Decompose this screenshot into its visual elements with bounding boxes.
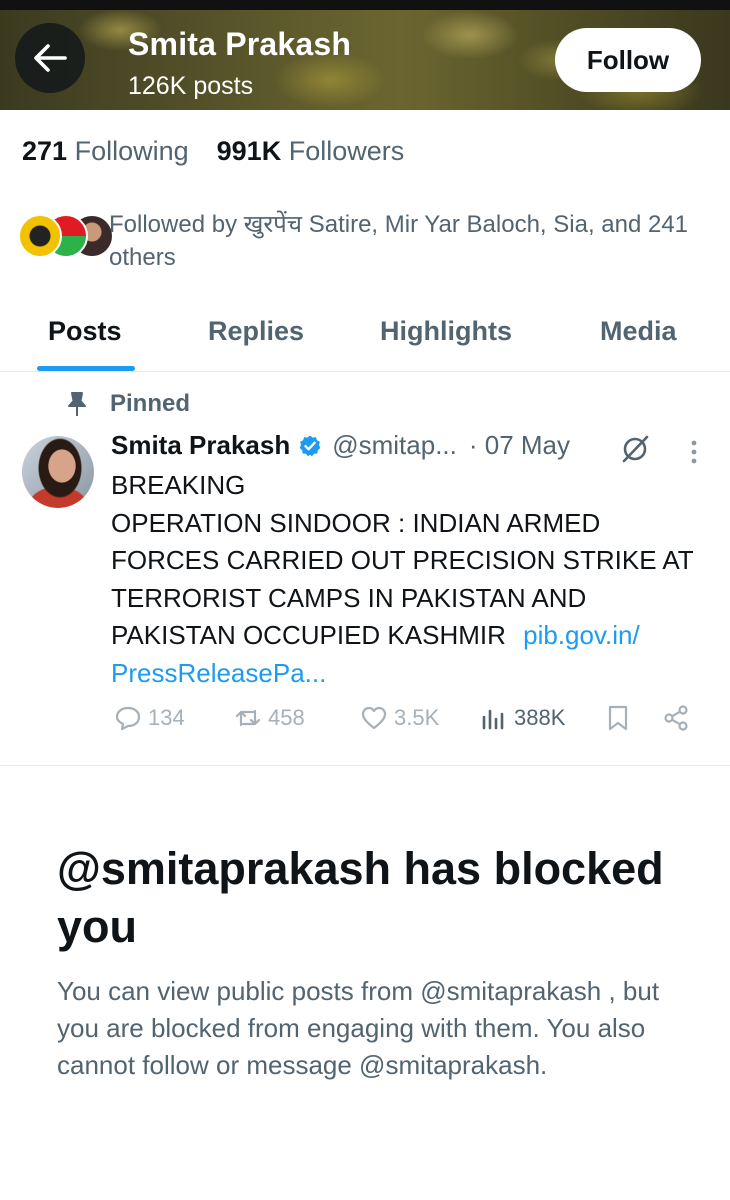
profile-tabs: Posts Replies Highlights Media (0, 300, 730, 372)
views-button[interactable]: 388K (480, 704, 565, 732)
post-link[interactable]: PressReleasePa... (111, 658, 326, 688)
repost-button[interactable]: 458 (234, 704, 305, 732)
blocked-title: @smitaprakash has blocked you (57, 843, 664, 952)
like-count: 3.5K (394, 705, 440, 730)
post-text-line: FORCES CARRIED OUT PRECISION STRIKE AT (111, 545, 694, 575)
profile-stats: 271 Following 991K Followers (22, 136, 404, 167)
grok-icon[interactable] (620, 434, 650, 464)
post-text-line: PAKISTAN OCCUPIED KASHMIR (111, 620, 506, 650)
bookmark-button[interactable] (604, 704, 638, 732)
followed-by-text: Followed by खुरपेंच Satire, Mir Yar Balo… (109, 211, 689, 271)
tab-highlights[interactable]: Highlights (380, 316, 512, 347)
followers-count: 991K (216, 136, 282, 166)
bookmark-icon (608, 705, 628, 731)
status-strip (0, 0, 730, 10)
reply-icon (115, 706, 141, 731)
tab-media[interactable]: Media (600, 316, 677, 347)
repost-count: 458 (268, 705, 305, 730)
pinned-label: Pinned (66, 390, 190, 418)
post-header: Smita Prakash @smitap... · 07 May (111, 430, 570, 461)
views-icon (482, 709, 504, 730)
follow-button[interactable]: Follow (555, 28, 701, 92)
followers-label: Followers (288, 136, 405, 166)
followed-by[interactable]: Followed by खुरपेंच Satire, Mir Yar Balo… (18, 208, 718, 278)
avatar (18, 214, 62, 258)
tab-posts[interactable]: Posts (48, 316, 122, 347)
blocked-description: You can view public posts from @smitapra… (57, 976, 660, 1080)
post-author-name[interactable]: Smita Prakash (111, 430, 290, 461)
posts-count: 126K posts (128, 72, 254, 100)
post-text-line: BREAKING (111, 470, 246, 500)
profile-name: Smita Prakash (128, 26, 352, 62)
reply-button[interactable]: 134 (114, 704, 185, 732)
tab-replies[interactable]: Replies (208, 316, 304, 347)
like-button[interactable]: 3.5K (360, 704, 439, 732)
repost-icon (235, 709, 261, 727)
profile-header: Smita Prakash 126K posts Follow (0, 10, 730, 110)
post-handle[interactable]: @smitap... (332, 430, 457, 461)
followers-link[interactable]: 991K Followers (217, 136, 405, 167)
active-tab-indicator (37, 366, 135, 371)
following-link[interactable]: 271 Following (22, 136, 189, 167)
pinned-text: Pinned (110, 390, 191, 417)
post-actions: 134 458 3.5K 388K (0, 704, 730, 744)
following-label: Following (74, 136, 189, 166)
heart-icon (361, 706, 387, 730)
following-count: 271 (22, 136, 68, 166)
share-icon (664, 705, 688, 731)
verified-badge-icon (299, 435, 321, 456)
post-date[interactable]: · 07 May (469, 430, 570, 461)
views-count: 388K (514, 705, 566, 730)
share-button[interactable] (662, 704, 696, 732)
more-options-icon[interactable] (684, 438, 704, 466)
divider (0, 765, 730, 766)
post-text-line: TERRORIST CAMPS IN PAKISTAN AND (111, 582, 587, 613)
reply-count: 134 (148, 705, 185, 730)
avatar[interactable] (22, 436, 94, 508)
pin-icon (68, 392, 86, 416)
post-text[interactable]: BREAKING OPERATION SINDOOR : INDIAN ARME… (111, 467, 721, 692)
back-button[interactable] (15, 23, 85, 93)
post-text-line: OPERATION SINDOOR : INDIAN ARMED (111, 507, 601, 538)
arrow-left-icon (34, 44, 67, 72)
post-link[interactable]: pib.gov.in/ (523, 620, 640, 650)
